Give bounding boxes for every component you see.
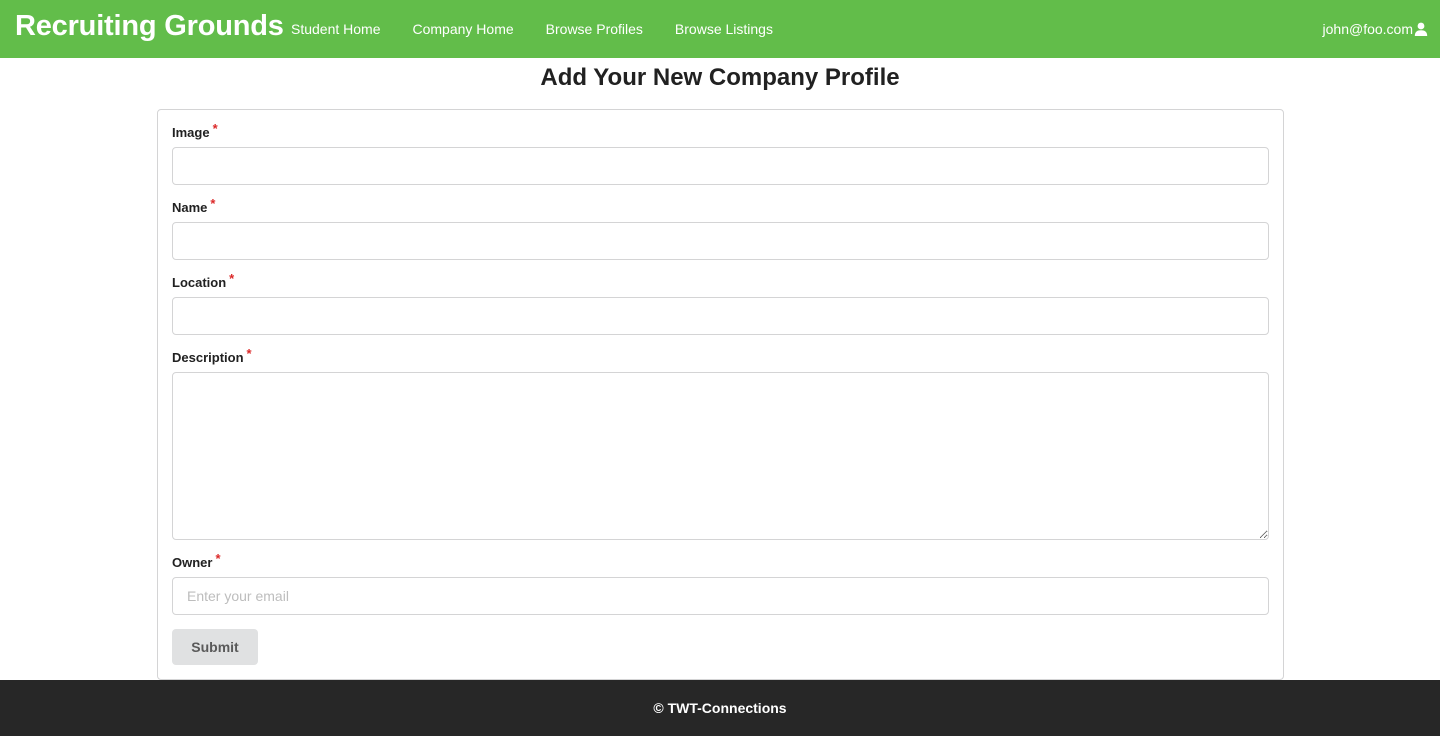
submit-button[interactable]: Submit — [172, 629, 258, 665]
name-label-text: Name — [172, 200, 208, 215]
description-label: Description * — [172, 346, 252, 365]
required-marker: * — [212, 121, 218, 136]
nav-links: Student Home Company Home Browse Profile… — [275, 0, 789, 58]
page-title: Add Your New Company Profile — [540, 64, 900, 91]
location-input[interactable] — [172, 297, 1269, 335]
image-label: Image * — [172, 121, 218, 140]
nav-link-company-home[interactable]: Company Home — [397, 21, 530, 37]
top-navbar: Recruiting Grounds Student Home Company … — [0, 0, 1440, 58]
user-menu[interactable]: john@foo.com — [1323, 0, 1428, 58]
user-icon — [1414, 22, 1428, 36]
description-label-text: Description — [172, 350, 244, 365]
location-label-text: Location — [172, 275, 227, 290]
name-label: Name * — [172, 196, 215, 215]
nav-link-browse-profiles[interactable]: Browse Profiles — [530, 21, 659, 37]
image-input[interactable] — [172, 147, 1269, 185]
required-marker: * — [215, 551, 221, 566]
owner-label: Owner * — [172, 551, 221, 570]
required-marker: * — [229, 271, 235, 286]
user-email: john@foo.com — [1322, 21, 1413, 37]
owner-label-text: Owner — [172, 555, 213, 570]
nav-link-student-home[interactable]: Student Home — [275, 21, 397, 37]
footer-copyright: © TWT-Connections — [653, 700, 787, 716]
owner-email-input[interactable] — [172, 577, 1269, 615]
required-marker: * — [210, 196, 216, 211]
brand-logo[interactable]: Recruiting Grounds — [15, 10, 284, 43]
name-input[interactable] — [172, 222, 1269, 260]
image-label-text: Image — [172, 125, 210, 140]
company-profile-form: Image * Name * Location * Description * Owne… — [157, 109, 1284, 680]
description-textarea[interactable] — [172, 372, 1269, 540]
nav-link-browse-listings[interactable]: Browse Listings — [659, 21, 789, 37]
location-label: Location * — [172, 271, 234, 290]
footer: © TWT-Connections — [0, 680, 1440, 736]
required-marker: * — [246, 346, 252, 361]
